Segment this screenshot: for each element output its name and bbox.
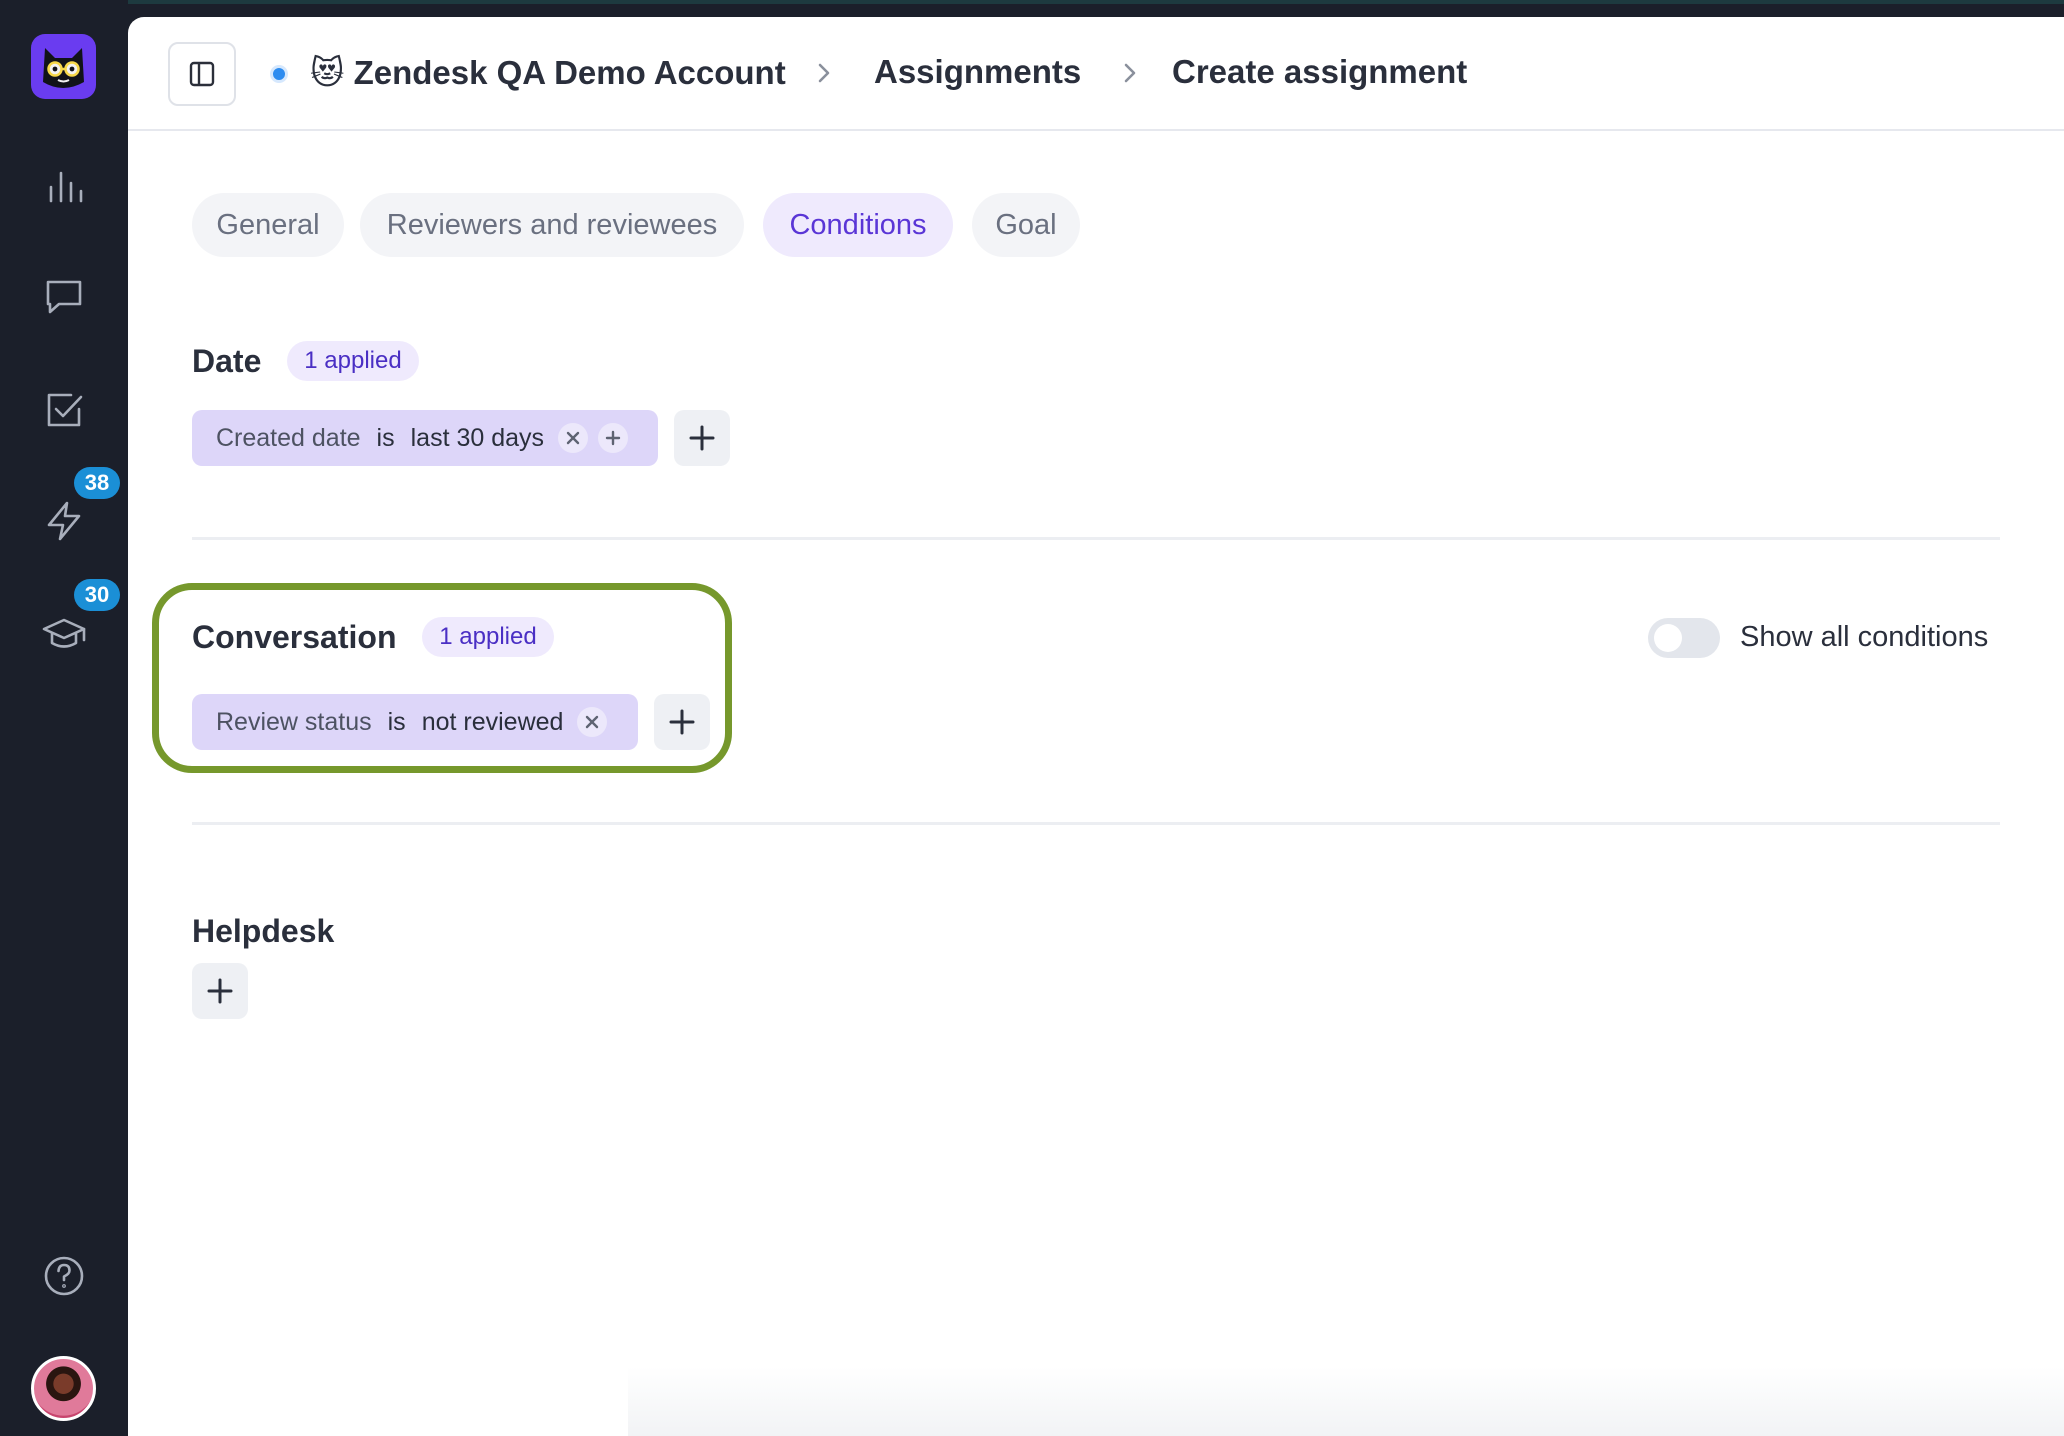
page-header: 😻 Zendesk QA Demo Account Assignments Cr… <box>128 17 2064 131</box>
plus-icon <box>689 425 715 451</box>
question-circle-icon <box>44 1256 84 1296</box>
plus-icon <box>605 430 621 446</box>
chevron-right-icon <box>1116 59 1144 87</box>
bar-chart-icon <box>49 171 83 203</box>
add-conversation-condition-button[interactable] <box>654 694 710 750</box>
condition-field: Created date <box>216 423 361 452</box>
date-applied-badge: 1 applied <box>287 341 419 381</box>
account-status-dot <box>270 65 288 83</box>
toggle-knob <box>1654 624 1682 652</box>
date-section-title: Date <box>192 343 262 379</box>
tab-general[interactable]: General <box>192 193 344 257</box>
tab-conditions[interactable]: Conditions <box>763 193 953 257</box>
condition-value: last 30 days <box>410 423 545 452</box>
date-condition-chip[interactable]: Created date is last 30 days <box>192 410 658 466</box>
add-or-condition-button[interactable] <box>598 423 629 453</box>
nav-spotlight[interactable] <box>38 495 90 547</box>
user-avatar[interactable] <box>31 1356 96 1421</box>
conversation-section-title: Conversation <box>192 619 397 655</box>
app-logo[interactable] <box>31 34 96 99</box>
add-helpdesk-condition-button[interactable] <box>192 963 248 1019</box>
nav-analytics[interactable] <box>38 160 90 212</box>
remove-condition-button[interactable] <box>558 423 589 453</box>
conversation-condition-chip[interactable]: Review status is not reviewed <box>192 694 638 750</box>
close-icon <box>566 431 580 445</box>
lightning-icon <box>47 501 81 541</box>
chat-bubble-icon <box>46 280 82 314</box>
breadcrumb-account[interactable]: 😻 Zendesk QA Demo Account <box>310 53 786 92</box>
main-panel: 😻 Zendesk QA Demo Account Assignments Cr… <box>128 17 2064 1436</box>
graduation-cap-icon <box>42 618 86 648</box>
plus-icon <box>207 978 233 1004</box>
breadcrumb-current-page: Create assignment <box>1172 53 1468 90</box>
condition-field: Review status <box>216 707 372 736</box>
section-divider <box>192 537 2000 540</box>
show-all-conditions-label: Show all conditions <box>1740 621 1989 653</box>
sidebar-panel-icon <box>189 61 215 87</box>
training-badge: 30 <box>74 579 120 611</box>
condition-operator: is <box>387 707 406 736</box>
checkbox-icon <box>47 393 83 427</box>
cat-logo-icon <box>43 48 84 88</box>
chevron-right-icon <box>810 59 838 87</box>
add-date-condition-button[interactable] <box>674 410 730 466</box>
bottom-shadow <box>628 1367 2064 1436</box>
remove-condition-button[interactable] <box>577 707 608 737</box>
condition-operator: is <box>376 423 395 452</box>
nav-help[interactable] <box>38 1250 90 1302</box>
nav-training[interactable] <box>38 608 90 660</box>
tab-reviewers-and-reviewees[interactable]: Reviewers and reviewees <box>360 193 744 257</box>
plus-icon <box>669 709 695 735</box>
show-all-conditions-toggle[interactable] <box>1648 618 1720 658</box>
tab-goal[interactable]: Goal <box>972 193 1080 257</box>
close-icon <box>586 715 599 729</box>
spotlight-badge: 38 <box>74 467 120 499</box>
conversation-applied-badge: 1 applied <box>422 617 554 657</box>
breadcrumb-assignments[interactable]: Assignments <box>874 53 1081 91</box>
sidebar-toggle-button[interactable] <box>168 42 236 106</box>
nav-conversations[interactable] <box>38 270 90 322</box>
condition-value: not reviewed <box>421 707 564 736</box>
window-top-line <box>0 0 2064 4</box>
section-divider <box>192 822 2000 825</box>
app-sidebar: 38 30 <box>0 0 128 1436</box>
helpdesk-section-title: Helpdesk <box>192 913 335 949</box>
nav-assignments[interactable] <box>38 384 90 436</box>
